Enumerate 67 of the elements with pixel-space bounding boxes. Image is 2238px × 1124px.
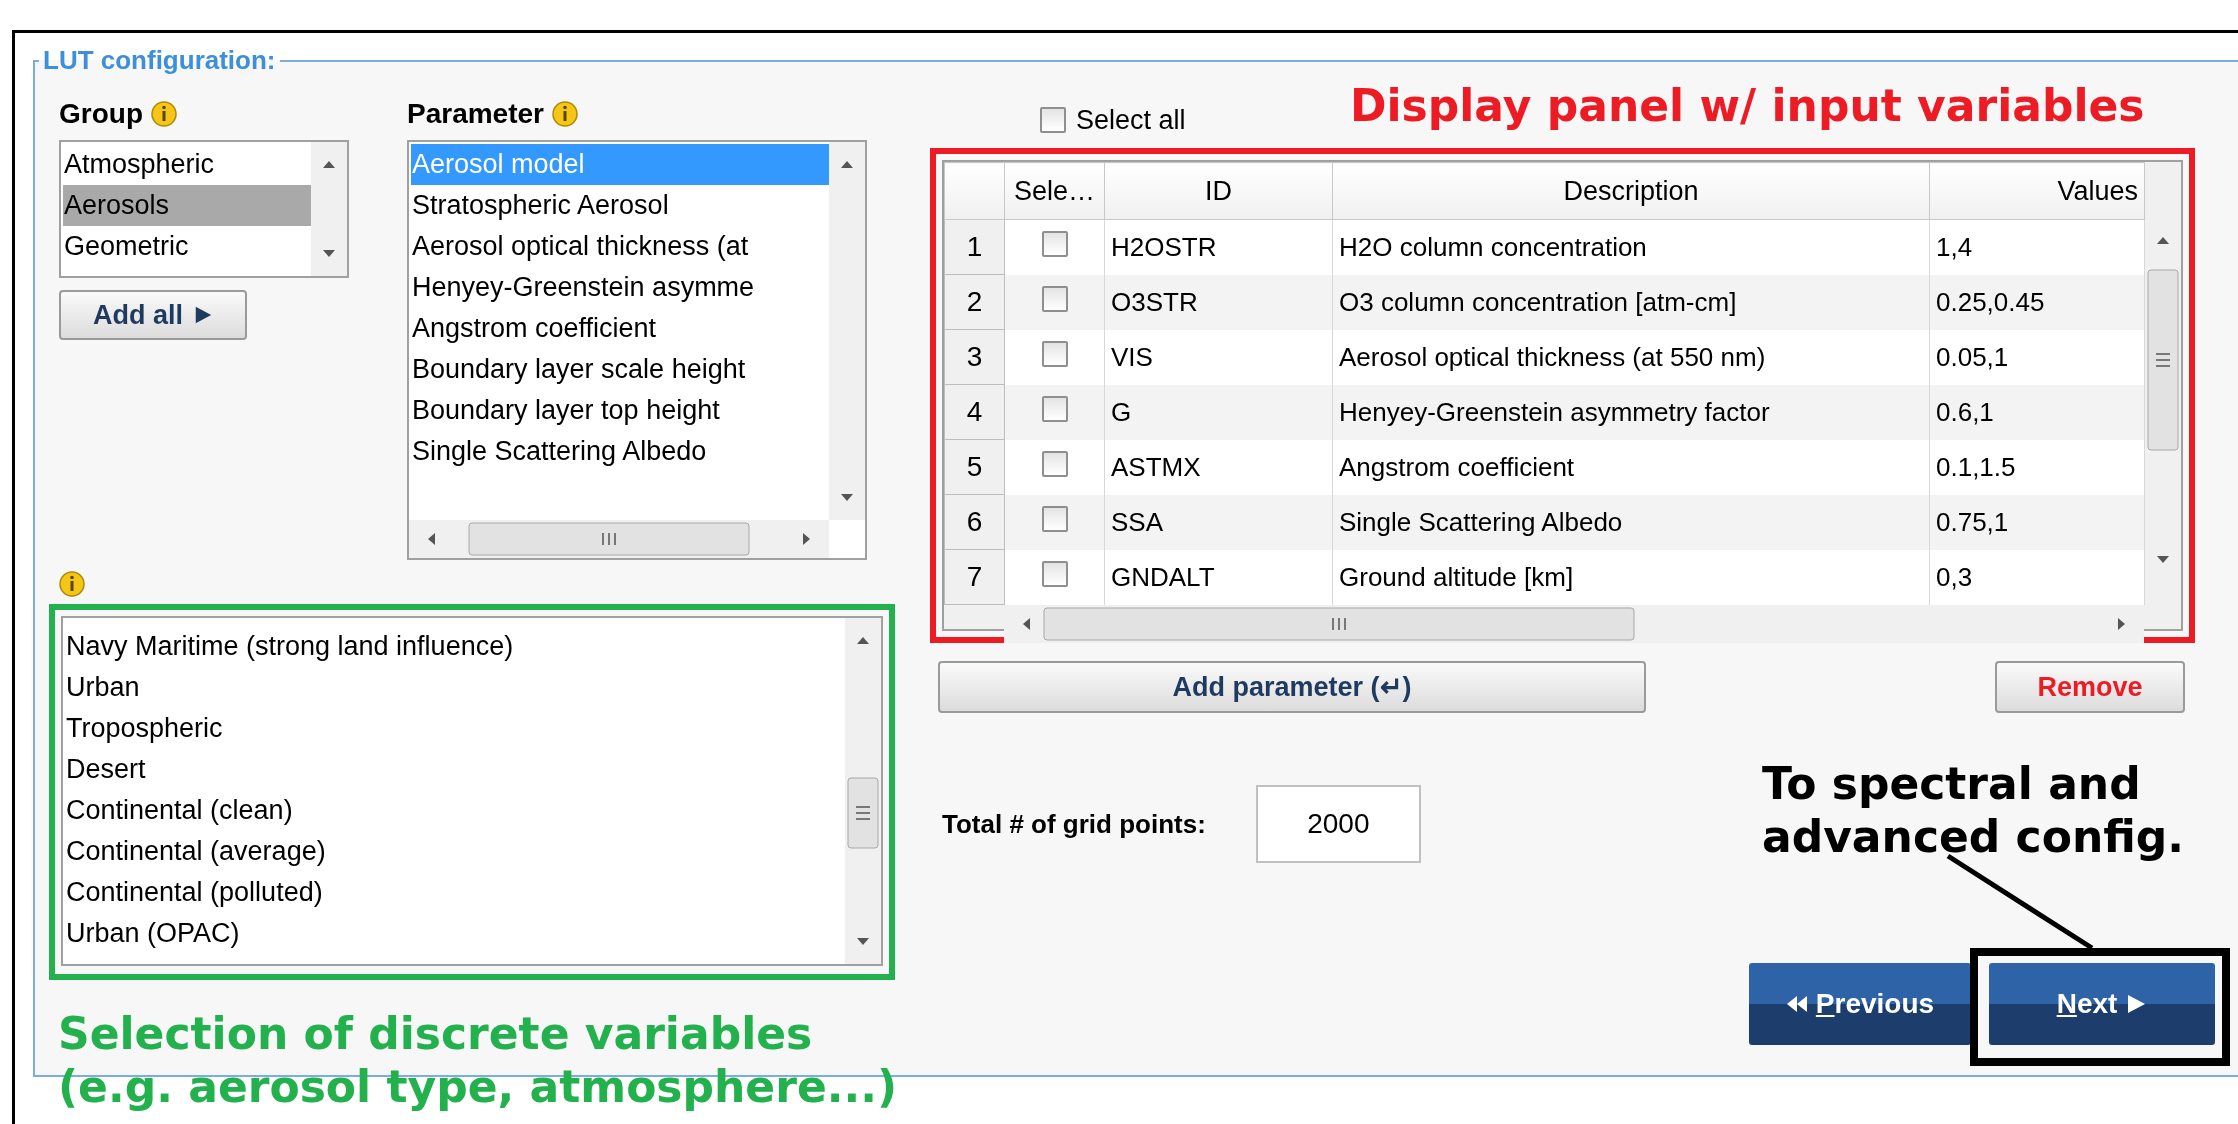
table-cell: Single Scattering Albedo (1332, 494, 1930, 550)
list-item[interactable]: Henyey-Greenstein asymme (411, 267, 829, 308)
column-header[interactable]: ID (1104, 162, 1333, 220)
row-number: 1 (944, 219, 1005, 275)
table-cell: 0.25,0.45 (1929, 274, 2145, 330)
list-box[interactable]: Atmospheric Aerosols Geometric (59, 140, 349, 278)
table-cell: SSA (1104, 494, 1333, 550)
row-number: 4 (944, 384, 1005, 440)
column-header[interactable]: Sele… (1004, 162, 1105, 220)
row-number: 6 (944, 494, 1005, 550)
list-item[interactable]: Aerosol optical thickness (at (411, 226, 829, 267)
select-all-label: Select all (1076, 104, 1186, 136)
table-cell: 0.6,1 (1929, 384, 2145, 440)
list-item[interactable]: Stratospheric Aerosol (411, 185, 829, 226)
list-item[interactable]: Navy Maritime (strong land influence) (65, 626, 845, 667)
parameter-label: Parameter (407, 98, 544, 130)
add-all-button[interactable]: Add all (59, 290, 247, 340)
list-item[interactable]: Boundary layer top height (411, 390, 829, 431)
list-item[interactable]: Aerosols (63, 185, 311, 226)
list-item[interactable]: Continental (average) (65, 831, 845, 872)
list-item[interactable]: Urban (65, 667, 845, 708)
add-parameter-button[interactable]: Add parameter (↵) (938, 661, 1646, 713)
column-header[interactable]: Description (1332, 162, 1930, 220)
list-item[interactable]: Tropospheric (65, 708, 845, 749)
grid-points-label: Total # of grid points: (942, 808, 1206, 840)
table-cell: GNDALT (1104, 549, 1333, 605)
next-button[interactable]: Next (1989, 963, 2215, 1045)
list-item[interactable]: Single Scattering Albedo (411, 431, 829, 472)
list-box[interactable]: Navy Maritime (strong land influence) Urban Tropospheric Desert Continental (clean) Continental (average) Continental (polluted) Urban (OPAC) (61, 616, 883, 966)
list-item[interactable]: Geometric (63, 226, 311, 267)
table-cell: H2OSTR (1104, 219, 1333, 275)
row-number: 7 (944, 549, 1005, 605)
table-cell: Aerosol optical thickness (at 550 nm) (1332, 329, 1930, 385)
row-number: 2 (944, 274, 1005, 330)
previous-button[interactable]: Previous (1749, 963, 1971, 1045)
table-cell: 0.05,1 (1929, 329, 2145, 385)
table-cell: O3STR (1104, 274, 1333, 330)
annotation-text: Display panel w/ input variables (1350, 80, 2145, 133)
group-label: Group (59, 98, 143, 130)
table-cell: 0,3 (1929, 549, 2145, 605)
section-legend: LUT configuration: (39, 45, 280, 76)
table-cell: 0.1,1.5 (1929, 439, 2145, 495)
table-cell: Angstrom coefficient (1332, 439, 1930, 495)
table-cell: 0.75,1 (1929, 494, 2145, 550)
row-number: 5 (944, 439, 1005, 495)
table-cell: VIS (1104, 329, 1333, 385)
remove-button[interactable]: Remove (1995, 661, 2185, 713)
list-item[interactable]: Desert (65, 749, 845, 790)
table-cell: G (1104, 384, 1333, 440)
list-item[interactable]: Atmospheric (63, 144, 311, 185)
list-item[interactable]: Angstrom coefficient (411, 308, 829, 349)
table-cell: Ground altitude [km] (1332, 549, 1930, 605)
annotation-text: To spectral and advanced config. (1762, 758, 2185, 864)
table-cell: ASTMX (1104, 439, 1333, 495)
list-item[interactable]: Continental (clean) (65, 790, 845, 831)
table-cell: O3 column concentration [atm-cm] (1332, 274, 1930, 330)
table-cell: 1,4 (1929, 219, 2145, 275)
table-cell: H2O column concentration (1332, 219, 1930, 275)
list-item[interactable]: Urban (OPAC) (65, 913, 845, 954)
annotation-text: Selection of discrete variables (e.g. aerosol type, atmosphere...) (58, 1008, 897, 1114)
list-item[interactable]: Boundary layer scale height (411, 349, 829, 390)
grid-points-field[interactable]: 2000 (1255, 785, 1421, 863)
column-header[interactable]: Values (1929, 162, 2145, 220)
list-item[interactable]: Continental (polluted) (65, 872, 845, 913)
list-box[interactable]: Aerosol model Stratospheric Aerosol Aerosol optical thickness (at Henyey-Greenstein asymme Angstrom coefficient Boundary layer scale height Boundary layer top height Single Scattering Albedo (407, 140, 867, 560)
table-cell: Henyey-Greenstein asymmetry factor (1332, 384, 1930, 440)
row-number: 3 (944, 329, 1005, 385)
